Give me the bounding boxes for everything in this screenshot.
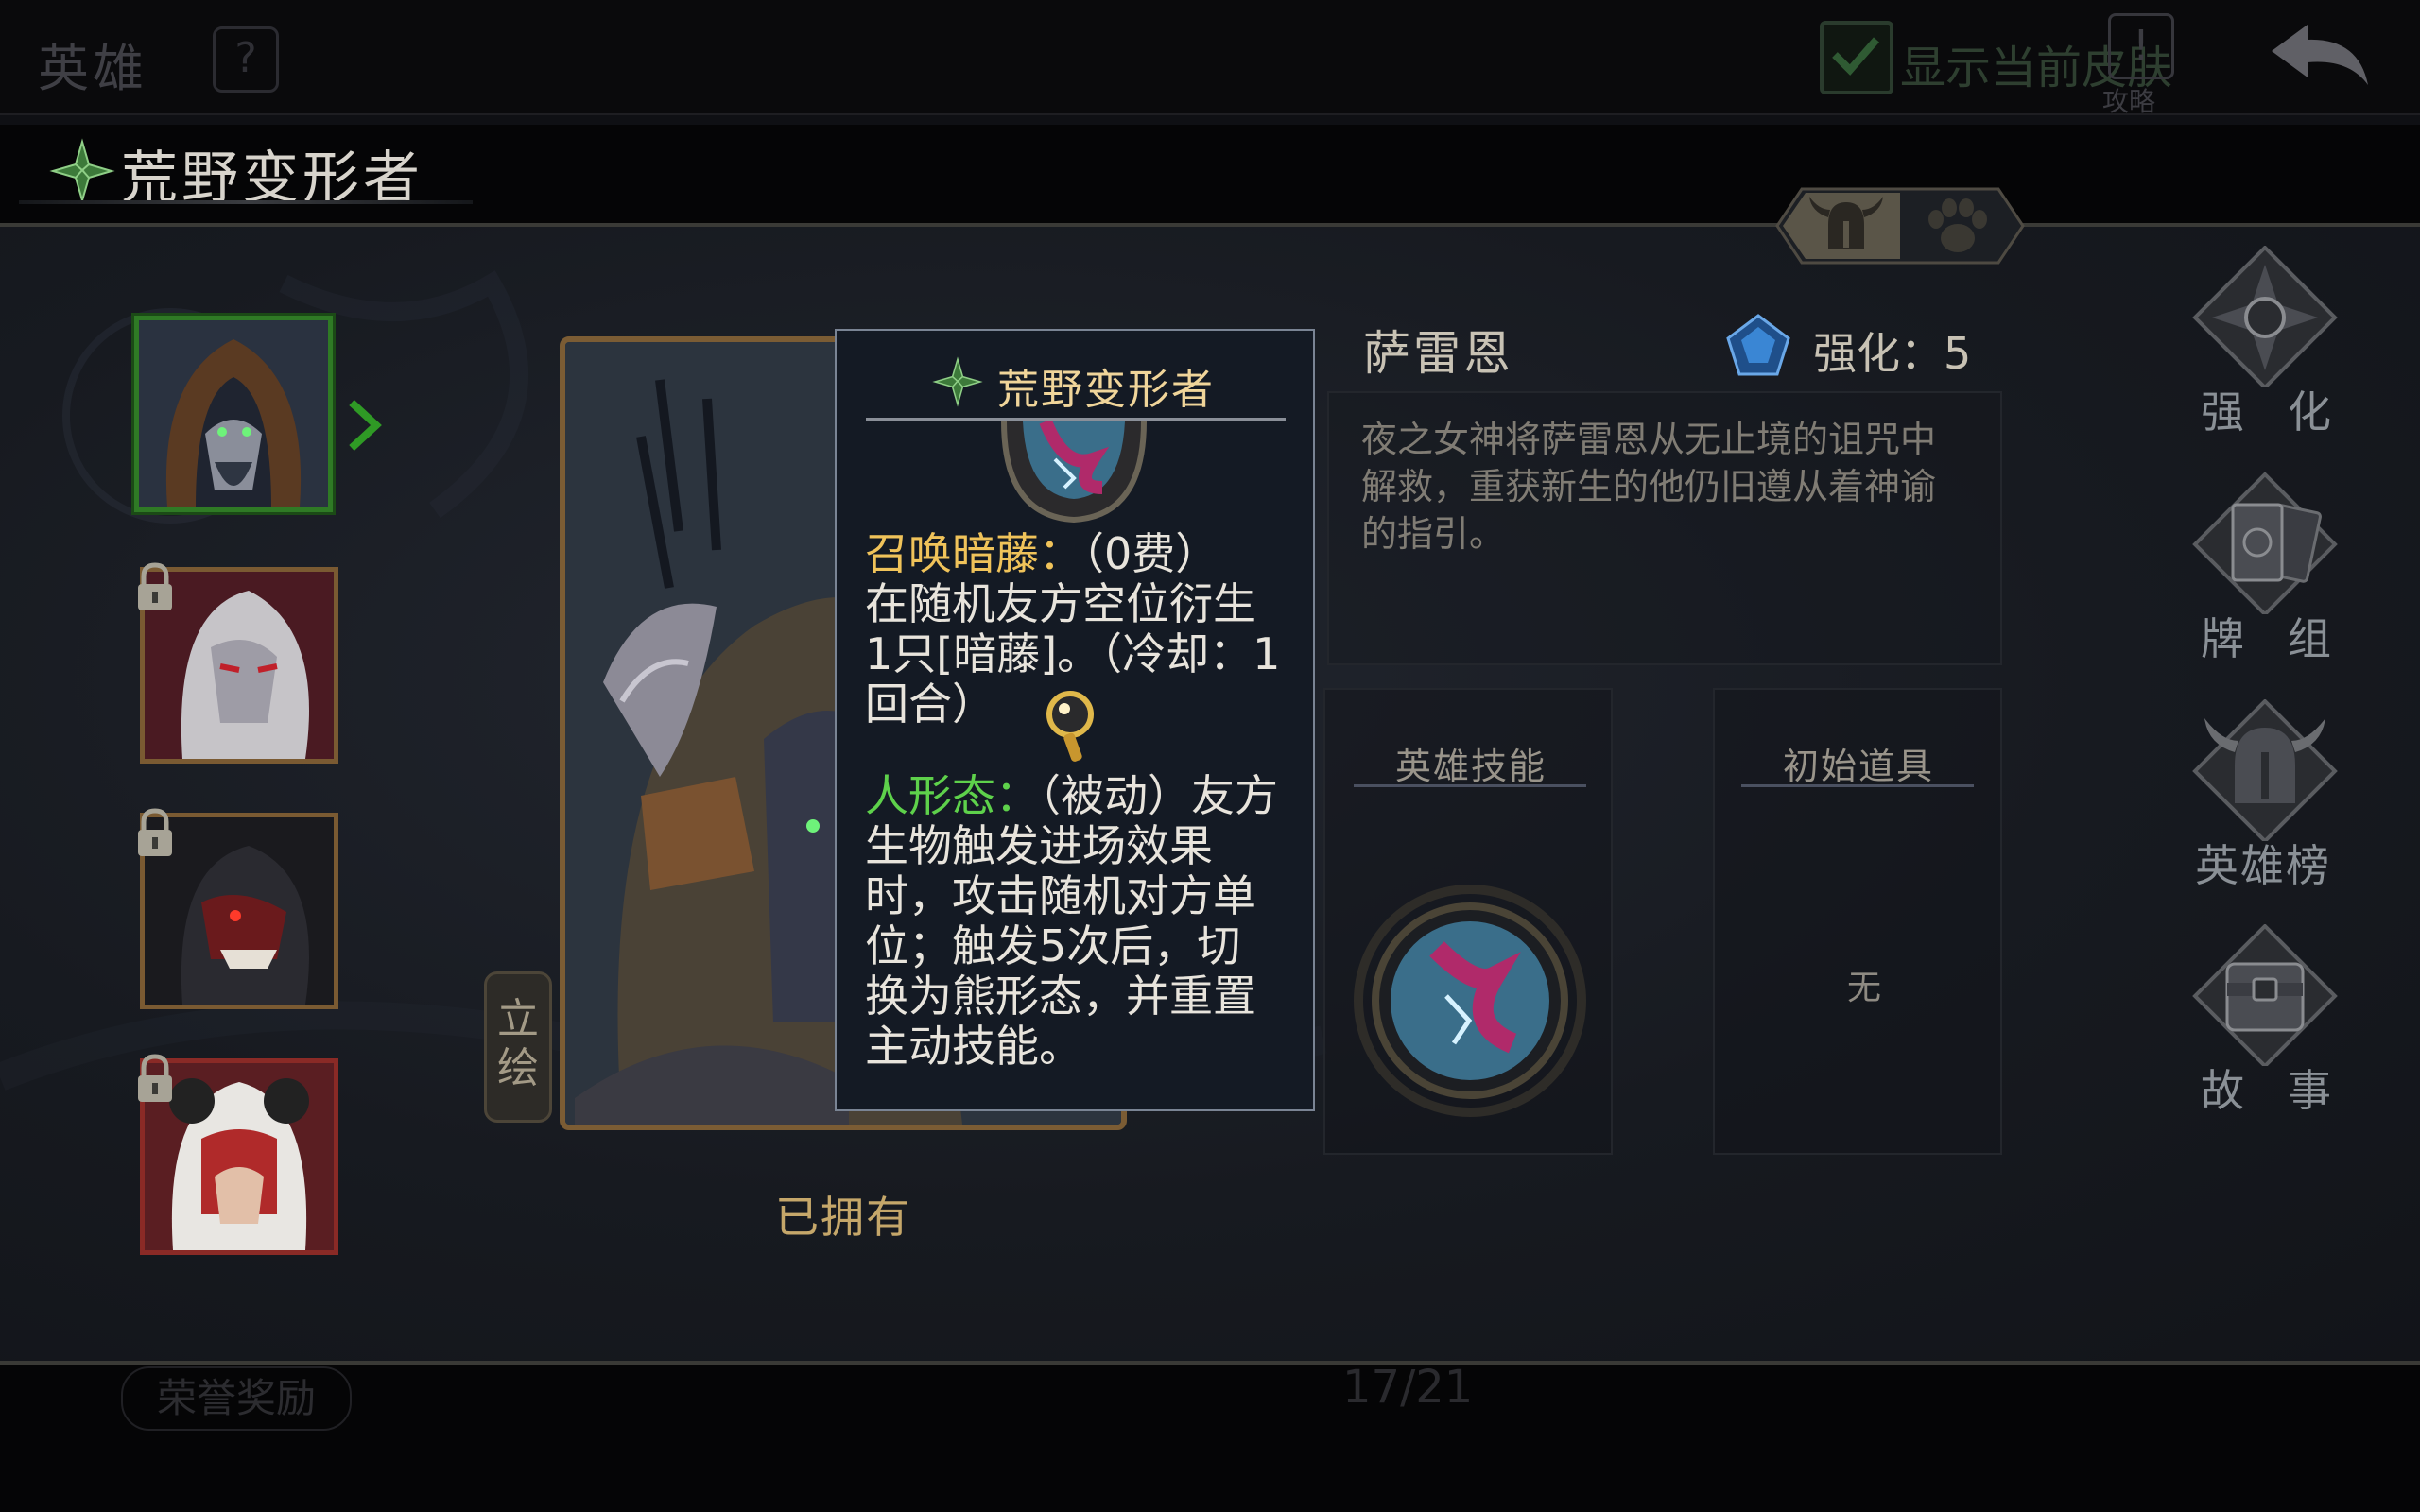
back-button[interactable]: [2264, 19, 2377, 94]
hooded-elder-art: [139, 320, 328, 507]
paw-icon: [1928, 198, 1987, 252]
menu-deck[interactable]: 牌组: [2180, 472, 2350, 664]
tooltip-divider: [866, 418, 1286, 421]
skill2-name: 人形态：: [865, 770, 1039, 821]
enhance-level: 强化：5: [1813, 319, 1971, 382]
page-title: 英雄: [38, 39, 147, 98]
owned-status: 已拥有: [775, 1192, 911, 1243]
hero-tabs: [1758, 185, 2042, 266]
hero-skill-icon[interactable]: [1352, 883, 1588, 1119]
initial-item-empty: 无: [1847, 969, 1882, 1007]
lock-icon: [134, 807, 176, 860]
leaf-emblem-icon: [932, 353, 983, 410]
bottom-bar: [0, 1365, 2420, 1512]
class-underline: [19, 200, 473, 204]
menu-story[interactable]: 故事: [2180, 923, 2350, 1116]
menu-leaderboard[interactable]: 英雄榜: [2180, 698, 2350, 891]
chest-icon: [2192, 923, 2338, 1069]
horned-helmet-icon: [1809, 197, 1883, 249]
enhance-label: 强化：: [1813, 328, 1944, 379]
page-count: 17/21: [1342, 1361, 1474, 1414]
menu-enhance[interactable]: 强化: [2180, 245, 2350, 438]
portrait-view-button[interactable]: 立绘: [484, 971, 552, 1123]
hero-name: 萨雷恩: [1363, 326, 1513, 381]
guide-icon: !: [2108, 13, 2174, 79]
helmet-banner-icon: [2192, 698, 2338, 844]
checkmark-icon: [1832, 37, 1880, 76]
back-arrow-icon: [2272, 25, 2368, 85]
honor-reward-button[interactable]: 荣誉奖励: [121, 1366, 352, 1431]
guide-button[interactable]: ! 攻略: [2102, 13, 2176, 117]
selection-arrow-icon: [346, 397, 384, 457]
initial-item-title: 初始道具: [1783, 746, 1935, 787]
menu-enhance-label: 强化: [2201, 387, 2375, 438]
tooltip-title: 荒野变形者: [997, 366, 1215, 414]
tab-helmet[interactable]: [1806, 193, 1887, 259]
magnifier-icon[interactable]: [1042, 688, 1102, 767]
slot-divider: [1354, 784, 1586, 787]
tab-paw[interactable]: [1923, 195, 1993, 259]
skill1-cost: （0费）: [1082, 528, 1219, 579]
hero-description: 夜之女神将萨雷恩从无止境的诅咒中解救，重获新生的他仍旧遵从着神谕的指引。: [1361, 419, 1937, 555]
menu-deck-label: 牌组: [2201, 613, 2375, 664]
summon-vine-skill-icon: [979, 419, 1168, 525]
menu-leaderboard-label: 英雄榜: [2195, 840, 2331, 891]
lock-icon: [134, 1053, 176, 1106]
portrait-hooded-elder[interactable]: [134, 316, 333, 512]
menu-story-label: 故事: [2201, 1065, 2375, 1116]
hero-skill-title: 英雄技能: [1395, 746, 1547, 787]
leaf-emblem-icon: [49, 138, 115, 204]
help-icon[interactable]: ?: [213, 26, 279, 93]
tooltip-body: 召唤暗藤：（0费） 在随机友方空位衍生1只[暗藤]。（冷却：1回合） 人形态：（…: [865, 529, 1281, 1072]
lock-icon: [134, 561, 176, 614]
slot-divider: [1741, 784, 1974, 787]
skill1-name: 召唤暗藤：: [865, 528, 1082, 579]
compass-star-icon: [2192, 245, 2338, 390]
enhance-gem-icon: [1724, 312, 1792, 380]
guide-label: 攻略: [2102, 86, 2156, 117]
header-divider: [0, 223, 2420, 227]
show-skin-checkbox[interactable]: [1820, 21, 1893, 94]
enhance-value: 5: [1944, 328, 1972, 379]
card-deck-icon: [2192, 472, 2338, 617]
